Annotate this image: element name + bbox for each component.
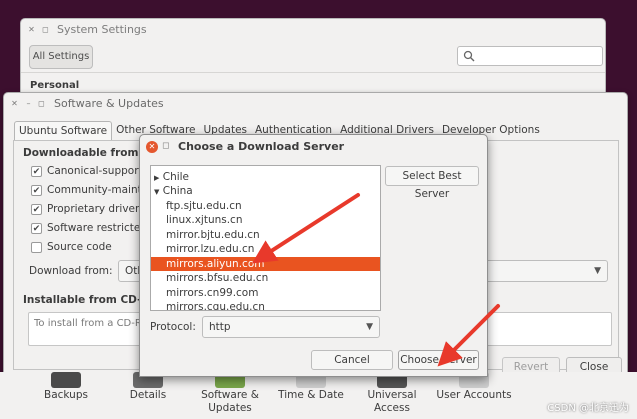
section-personal: Personal xyxy=(30,80,80,91)
launcher-label: Backups xyxy=(44,389,88,401)
server-group-chile[interactable]: ▶ Chile xyxy=(151,170,380,184)
watermark: CSDN @北京迅为 xyxy=(547,403,629,414)
server-list[interactable]: ▶ Chile ▼ China ftp.sjtu.edu.cn linux.xj… xyxy=(150,165,381,311)
choose-server-dialog: ✕ ◻ Choose a Download Server ▶ Chile ▼ C… xyxy=(139,134,488,377)
server-item[interactable]: ftp.sjtu.edu.cn xyxy=(151,199,380,213)
launcher-universal-access[interactable]: Universal Access xyxy=(352,372,432,415)
checkbox-source-code[interactable] xyxy=(31,242,42,253)
launcher-label: Software & Updates xyxy=(201,389,259,414)
dialog-title: Choose a Download Server xyxy=(178,140,345,153)
server-group-label: Chile xyxy=(162,171,190,183)
tab-ubuntu-software[interactable]: Ubuntu Software xyxy=(14,121,113,141)
launcher-backups[interactable]: Backups xyxy=(26,372,106,402)
divider xyxy=(21,72,605,73)
chevron-down-icon: ▼ xyxy=(366,322,373,332)
search-icon xyxy=(463,50,475,62)
dialog-titlebar: ✕ ◻ Choose a Download Server xyxy=(140,135,487,159)
server-item[interactable]: mirror.bjtu.edu.cn xyxy=(151,228,380,242)
window-title: System Settings xyxy=(57,23,147,36)
search-input[interactable] xyxy=(457,46,603,66)
checkbox-community[interactable]: ✔ xyxy=(31,185,42,196)
close-icon[interactable]: ✕ xyxy=(9,98,20,109)
cancel-button[interactable]: Cancel xyxy=(311,350,393,370)
checkbox-restricted[interactable]: ✔ xyxy=(31,223,42,234)
server-item[interactable]: mirrors.cqu.edu.cn xyxy=(151,300,380,310)
protocol-select[interactable]: http ▼ xyxy=(202,316,380,338)
protocol-value: http xyxy=(209,321,231,333)
select-best-server-button[interactable]: Select Best Server xyxy=(385,166,479,200)
launcher-label: User Accounts xyxy=(436,389,512,401)
server-item-selected[interactable]: mirrors.aliyun.com xyxy=(151,257,380,271)
window-title: Software & Updates xyxy=(54,97,164,110)
system-settings-window: ✕ ◻ System Settings All Settings Persona… xyxy=(20,18,606,96)
maximize-icon[interactable]: ◻ xyxy=(36,98,47,109)
maximize-icon[interactable]: ◻ xyxy=(40,24,51,35)
launcher-label: Time & Date xyxy=(278,389,344,401)
server-group-china[interactable]: ▼ China xyxy=(151,184,380,198)
cdrom-text: To install from a CD-RO xyxy=(34,318,150,329)
download-from-label: Download from: xyxy=(29,265,113,277)
choose-server-button[interactable]: Choose Server xyxy=(398,350,479,370)
server-item[interactable]: mirrors.cn99.com xyxy=(151,286,380,300)
backups-icon xyxy=(51,372,81,388)
checkbox-proprietary[interactable]: ✔ xyxy=(31,204,42,215)
all-settings-button[interactable]: All Settings xyxy=(29,45,93,69)
close-icon[interactable]: ✕ xyxy=(146,141,158,153)
server-item[interactable]: mirrors.bfsu.edu.cn xyxy=(151,271,380,285)
expander-collapsed-icon: ▶ xyxy=(154,174,160,182)
server-item[interactable]: linux.xjtuns.cn xyxy=(151,213,380,227)
minimize-icon[interactable]: – xyxy=(23,98,34,109)
launcher-label: Details xyxy=(129,389,167,401)
server-item[interactable]: mirror.lzu.edu.cn xyxy=(151,242,380,256)
chevron-down-icon: ▼ xyxy=(594,266,601,276)
expander-expanded-icon: ▼ xyxy=(154,188,160,196)
launcher-label: Universal Access xyxy=(367,389,417,414)
checkbox-canonical[interactable]: ✔ xyxy=(31,166,42,177)
protocol-label: Protocol: xyxy=(150,321,196,333)
launcher-software-updates[interactable]: Software & Updates xyxy=(190,372,270,415)
close-icon[interactable]: ✕ xyxy=(26,24,37,35)
settings-launcher-strip: Backups Details Software & Updates Time … xyxy=(0,372,637,419)
maximize-icon[interactable]: ◻ xyxy=(162,141,169,151)
server-group-label: China xyxy=(162,185,193,197)
